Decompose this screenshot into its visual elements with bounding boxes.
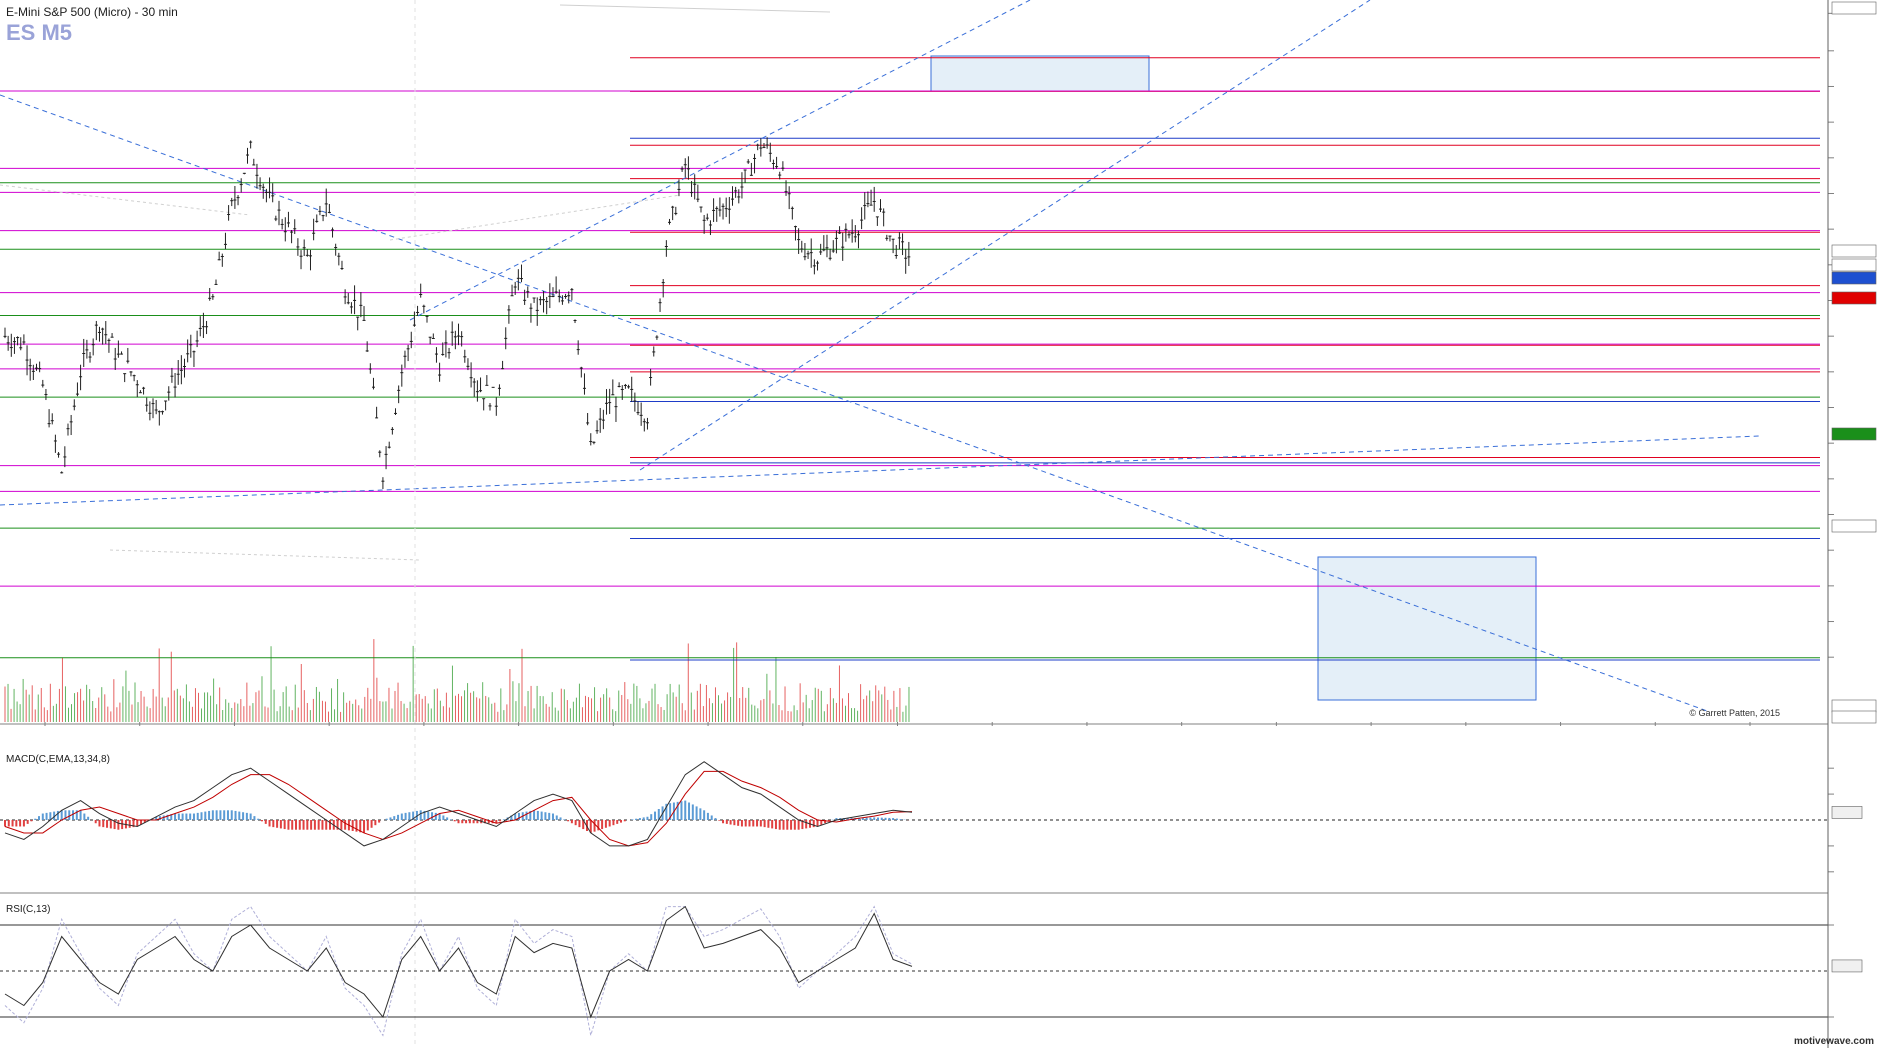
rsi-title: RSI(C,13) [6, 904, 50, 915]
price-tag-box [1831, 427, 1877, 441]
alt-b-target-box [930, 55, 1150, 92]
copyright-text: © Garrett Patten, 2015 [1689, 708, 1780, 718]
chart-background [0, 0, 1878, 1048]
chart-canvas: E-Mini S&P 500 (Micro) - 30 min ES M5 © … [0, 0, 1878, 1048]
c-wave-target-box [1317, 556, 1537, 701]
rsi-current-box [1831, 959, 1863, 973]
price-tag-box [1831, 258, 1877, 272]
price-tag-box [1831, 244, 1877, 258]
price-tag-box [1831, 271, 1877, 285]
chart-title: E-Mini S&P 500 (Micro) - 30 min [6, 5, 178, 19]
macd-current-box [1831, 806, 1863, 819]
price-tag-box [1831, 291, 1877, 305]
price-tag-box [1831, 710, 1877, 724]
symbol-watermark: ES M5 [6, 20, 72, 45]
price-tag-box [1831, 699, 1877, 713]
price-tag-box [1831, 519, 1877, 533]
price-tag-box [1831, 1, 1877, 15]
macd-title: MACD(C,EMA,13,34,8) [6, 754, 110, 765]
brand-text: motivewave.com [1794, 1036, 1874, 1047]
